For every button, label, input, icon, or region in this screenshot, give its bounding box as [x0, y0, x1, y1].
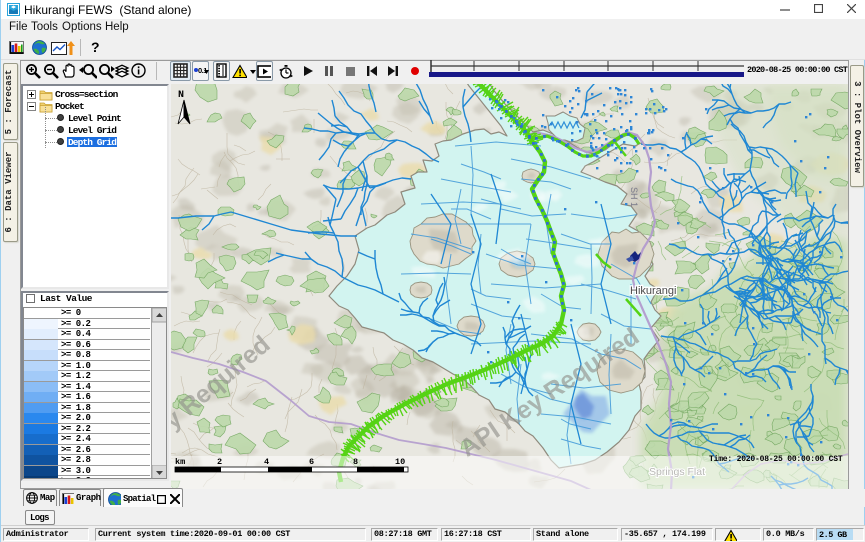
- svg-text:4: 4: [264, 457, 269, 467]
- svg-text:10: 10: [395, 457, 405, 467]
- svg-text:N: N: [178, 90, 184, 101]
- svg-text:8: 8: [353, 457, 358, 467]
- svg-text:SH 1: SH 1: [629, 187, 639, 207]
- svg-text:Time: 2020-08-25 00:00:00 CST: Time: 2020-08-25 00:00:00 CST: [709, 455, 843, 464]
- svg-text:Hikurangi: Hikurangi: [630, 285, 676, 297]
- svg-text:km: km: [175, 457, 185, 467]
- svg-text:2: 2: [217, 457, 222, 467]
- svg-text:6: 6: [309, 457, 314, 467]
